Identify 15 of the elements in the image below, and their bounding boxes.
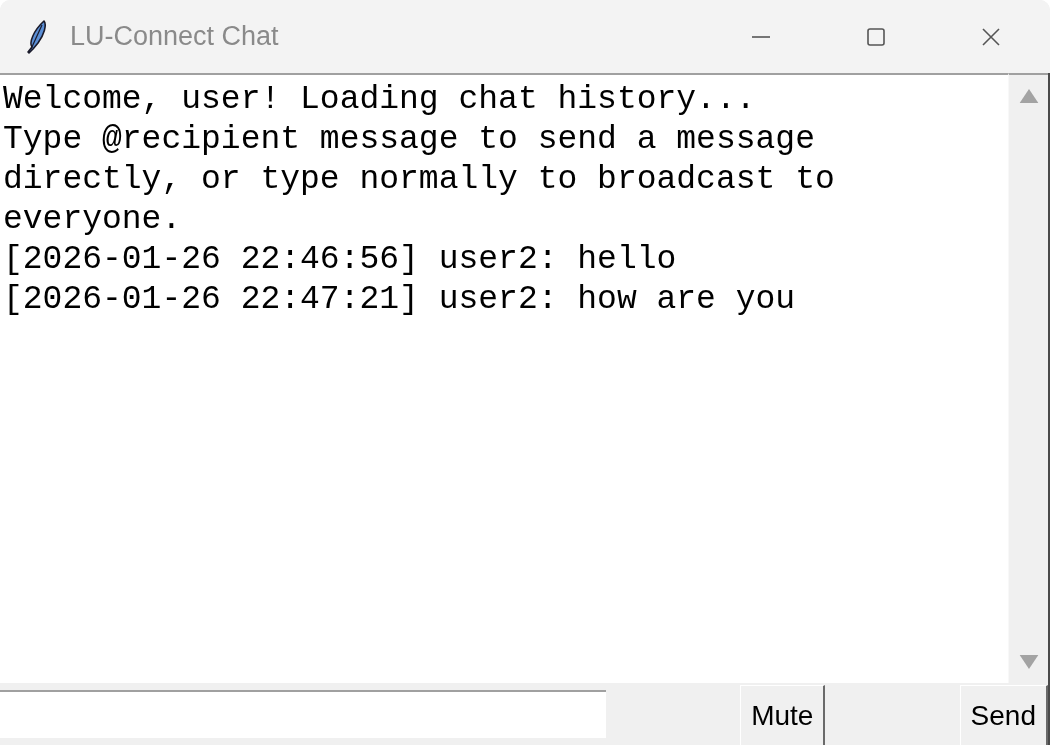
chat-message: [2026-01-26 22:46:56] user2: hello: [3, 240, 678, 280]
scroll-down-icon[interactable]: [1018, 655, 1039, 669]
chat-message: Type @recipient message to send a message directly, or type normally to broadcast to everyone.: [3, 120, 836, 240]
chat-message: Welcome, user! Loading chat history...: [3, 80, 757, 120]
action-button[interactable]: Send: [959, 685, 1048, 745]
window-title: LU-Connect Chat: [70, 21, 279, 52]
message-input[interactable]: [0, 690, 606, 738]
maximize-icon: [866, 27, 885, 46]
action-button[interactable]: Mute: [740, 685, 826, 745]
minimize-icon: [751, 35, 770, 38]
scroll-up-icon[interactable]: [1018, 89, 1039, 103]
scrollbar[interactable]: [1008, 73, 1048, 683]
close-icon: [981, 27, 1000, 46]
feather-icon: [24, 18, 48, 55]
chat-message: [2026-01-26 22:47:21] user2: how are you: [3, 280, 797, 320]
